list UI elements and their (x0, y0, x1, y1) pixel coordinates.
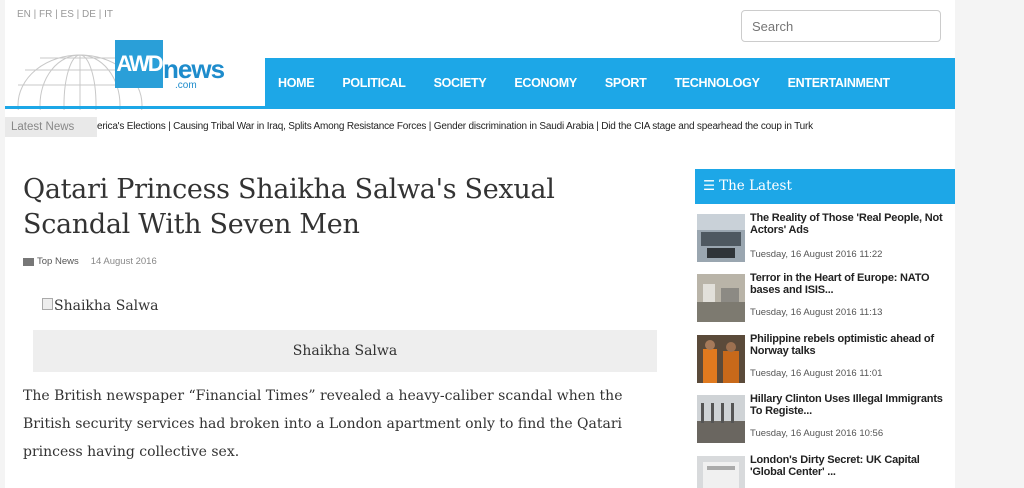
sidebar-heading-label: The Latest (719, 178, 792, 194)
nav-sport[interactable]: SPORT (605, 76, 647, 90)
side-item-title[interactable]: London's Dirty Secret: UK Capital 'Globa… (750, 454, 955, 478)
nav-political[interactable]: POLITICAL (342, 76, 406, 90)
thumbnail-image (697, 274, 745, 322)
article-image: Shaikha Salwa (42, 298, 158, 314)
site-logo[interactable]: AWD news .com (5, 40, 265, 110)
thumbnail-image (697, 456, 745, 488)
article-meta: Top News 14 August 2016 (23, 256, 157, 267)
ticker-text[interactable]: erica's Elections | Causing Tribal War i… (97, 117, 813, 137)
article-category[interactable]: Top News (37, 256, 79, 267)
logo-name: news (163, 54, 225, 84)
logo-mark: AWD (115, 40, 164, 88)
thumbnail-image (697, 395, 745, 443)
folder-icon (23, 257, 34, 266)
nav-underline (5, 106, 955, 109)
nav-entertainment[interactable]: ENTERTAINMENT (788, 76, 890, 90)
image-caption: Shaikha Salwa (33, 330, 657, 372)
ticker-label: Latest News (5, 117, 97, 137)
nav-society[interactable]: SOCIETY (434, 76, 487, 90)
nav-economy[interactable]: ECONOMY (514, 76, 577, 90)
sidebar-heading: ☰ The Latest (695, 169, 955, 204)
side-item-date: Tuesday, 16 August 2016 11:22 (750, 249, 883, 260)
news-ticker: Latest News erica's Elections | Causing … (5, 117, 955, 137)
article-body: The British newspaper “Financial Times” … (23, 388, 623, 460)
list-item[interactable]: The Reality of Those 'Real People, Not A… (695, 212, 955, 268)
side-item-title[interactable]: Terror in the Heart of Europe: NATO base… (750, 272, 955, 296)
main-nav: HOME POLITICAL SOCIETY ECONOMY SPORT TEC… (265, 58, 955, 108)
list-item[interactable]: Philippine rebels optimistic ahead of No… (695, 333, 955, 389)
article-date: 14 August 2016 (90, 256, 157, 267)
side-item-date: Tuesday, 16 August 2016 11:13 (750, 307, 883, 318)
language-switcher[interactable]: EN | FR | ES | DE | IT (17, 9, 113, 20)
search-input[interactable] (741, 10, 941, 42)
nav-technology[interactable]: TECHNOLOGY (674, 76, 760, 90)
thumbnail-image (697, 335, 745, 383)
menu-icon: ☰ (703, 178, 716, 194)
list-item[interactable]: Hillary Clinton Uses Illegal Immigrants … (695, 393, 955, 449)
side-item-date: Tuesday, 16 August 2016 10:56 (750, 428, 884, 439)
list-item[interactable]: London's Dirty Secret: UK Capital 'Globa… (695, 454, 955, 488)
logo-suffix: .com (175, 80, 197, 91)
side-item-title[interactable]: The Reality of Those 'Real People, Not A… (750, 212, 955, 236)
side-item-title[interactable]: Philippine rebels optimistic ahead of No… (750, 333, 955, 357)
broken-image-icon (42, 298, 53, 310)
side-item-date: Tuesday, 16 August 2016 11:01 (750, 368, 883, 379)
thumbnail-image (697, 214, 745, 262)
side-item-title[interactable]: Hillary Clinton Uses Illegal Immigrants … (750, 393, 955, 417)
list-item[interactable]: Terror in the Heart of Europe: NATO base… (695, 272, 955, 328)
image-alt-text: Shaikha Salwa (54, 298, 159, 314)
nav-home[interactable]: HOME (278, 76, 315, 90)
article-title: Qatari Princess Shaikha Salwa's Sexual S… (23, 174, 555, 240)
page: EN | FR | ES | DE | IT AWD news .com HOM… (5, 0, 955, 488)
